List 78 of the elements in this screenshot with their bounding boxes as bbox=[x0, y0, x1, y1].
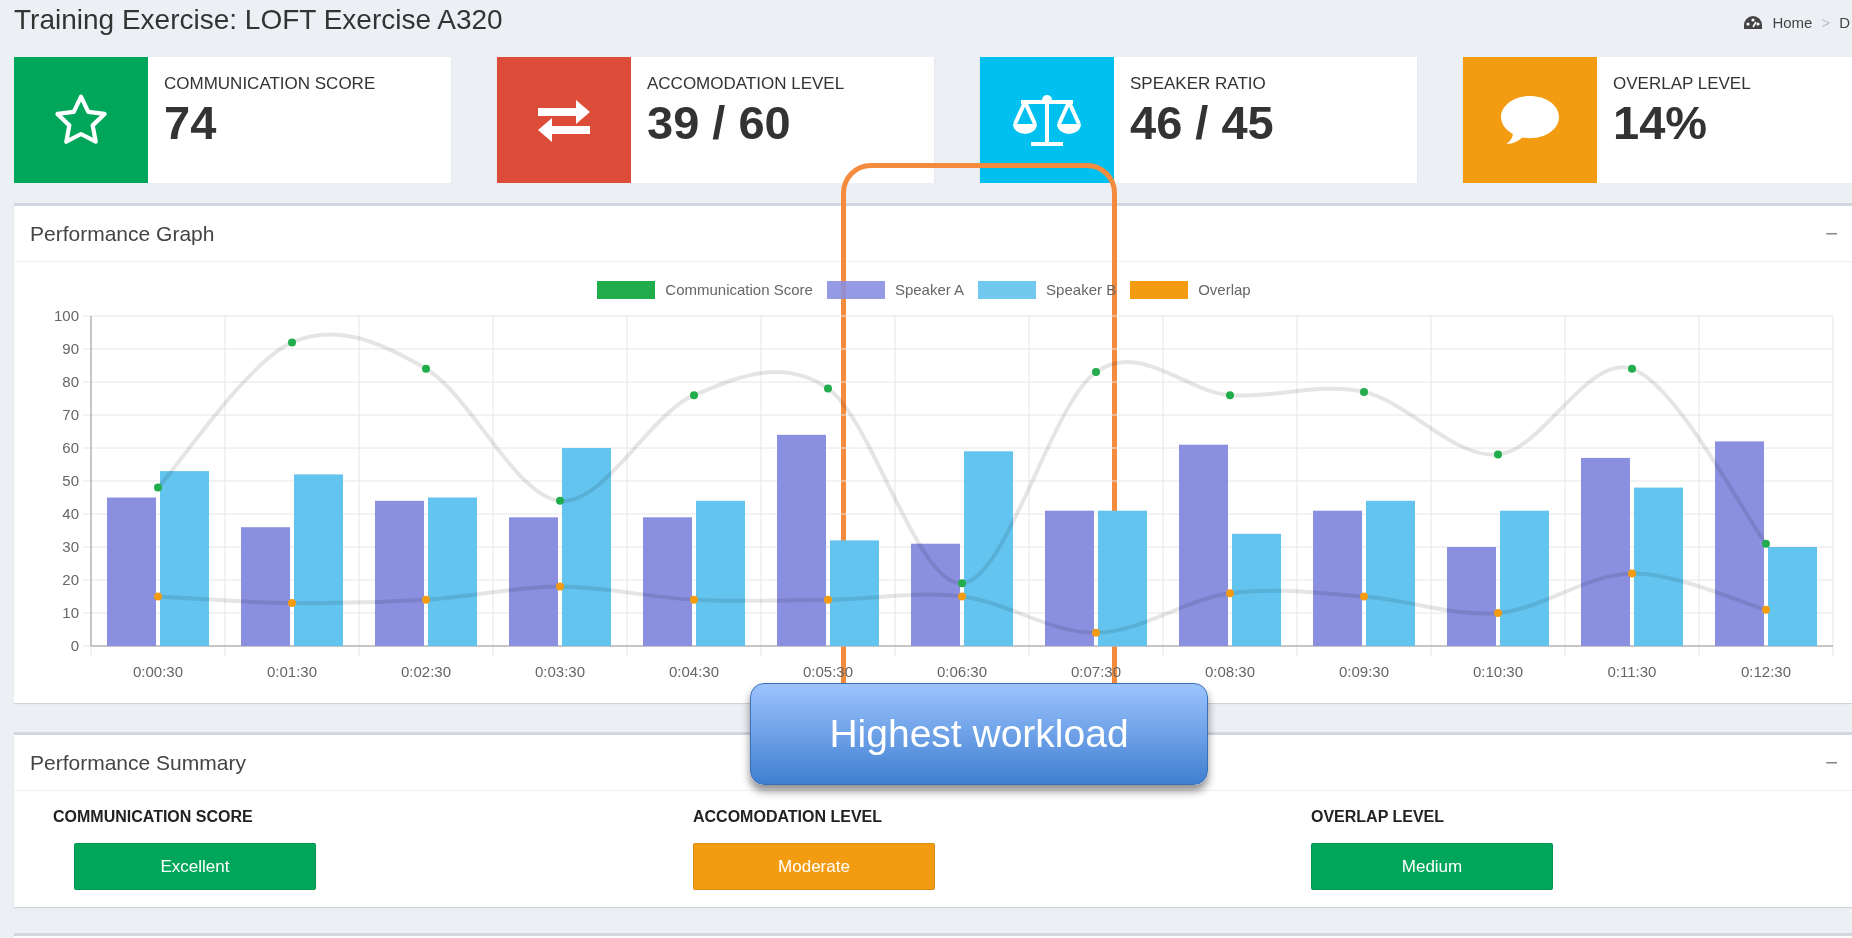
legend-label: Communication Score bbox=[665, 279, 813, 300]
data-point bbox=[556, 496, 564, 505]
legend-label: Overlap bbox=[1198, 279, 1251, 300]
page-title: Training Exercise: LOFT Exercise A320 bbox=[14, 3, 503, 37]
summary-label: OVERLAP LEVEL bbox=[1311, 807, 1446, 827]
axis-tick-label: 0:09:30 bbox=[1339, 663, 1389, 680]
legend-label: Speaker A bbox=[894, 279, 965, 300]
axis-tick-label: 90 bbox=[62, 340, 79, 357]
axis-tick-label: 0:11:30 bbox=[1607, 663, 1657, 680]
rating-button[interactable]: Moderate bbox=[693, 843, 935, 890]
data-point bbox=[1494, 450, 1502, 459]
data-point bbox=[1762, 539, 1770, 548]
stat-label: OVERLAP LEVEL bbox=[1613, 73, 1751, 95]
axis-tick-label: 10 bbox=[62, 604, 79, 621]
stat-value: 14% bbox=[1613, 96, 1709, 149]
data-point bbox=[556, 582, 564, 591]
collapse-button[interactable]: − bbox=[1821, 751, 1842, 774]
data-point bbox=[690, 391, 698, 400]
stat-value: 74 bbox=[164, 96, 218, 149]
data-point bbox=[1494, 609, 1502, 617]
axis-tick-label: 100 bbox=[53, 307, 79, 324]
axis-tick-label: 40 bbox=[62, 505, 79, 522]
data-point bbox=[1092, 368, 1100, 377]
breadcrumb-separator: > bbox=[1821, 13, 1831, 33]
breadcrumb-link[interactable]: Home bbox=[1772, 12, 1813, 35]
data-point bbox=[1226, 391, 1234, 400]
panel-title: Performance Graph bbox=[30, 220, 215, 247]
data-point bbox=[690, 595, 698, 604]
summary-label: COMMUNICATION SCORE bbox=[53, 807, 254, 827]
rating-button[interactable]: Excellent bbox=[74, 843, 316, 890]
data-point bbox=[824, 595, 832, 604]
axis-tick-label: 80 bbox=[62, 373, 79, 390]
axis-tick-label: 0:12:30 bbox=[1741, 663, 1791, 680]
data-point bbox=[1092, 628, 1100, 637]
data-point bbox=[958, 592, 966, 601]
panel-title: Performance Summary bbox=[30, 749, 246, 776]
data-point bbox=[288, 338, 296, 347]
data-point bbox=[958, 579, 966, 588]
data-point bbox=[824, 384, 832, 393]
axis-tick-label: 0:01:30 bbox=[267, 663, 317, 680]
data-point bbox=[1762, 605, 1770, 614]
axis-tick-label: 0:02:30 bbox=[401, 663, 451, 680]
data-point bbox=[1360, 592, 1368, 601]
collapse-button[interactable]: − bbox=[1821, 222, 1842, 245]
summary-label: ACCOMODATION LEVEL bbox=[693, 807, 884, 827]
data-point bbox=[1628, 364, 1636, 373]
axis-tick-label: 70 bbox=[62, 406, 79, 423]
data-point bbox=[1360, 387, 1368, 396]
stat-value: 39 / 60 bbox=[647, 96, 792, 149]
rating-button[interactable]: Medium bbox=[1311, 843, 1553, 890]
data-point bbox=[422, 595, 430, 604]
axis-tick-label: 50 bbox=[62, 472, 79, 489]
axis-tick-label: 0:03:30 bbox=[535, 663, 585, 680]
axis-tick-label: 0:00:30 bbox=[133, 663, 183, 680]
scale-icon bbox=[1011, 92, 1083, 148]
axis-tick-label: 0 bbox=[70, 637, 79, 654]
stat-label: SPEAKER RATIO bbox=[1130, 73, 1267, 95]
axis-tick-label: 0:06:30 bbox=[937, 663, 987, 680]
data-point bbox=[1628, 569, 1636, 578]
axis-tick-label: 60 bbox=[62, 439, 79, 456]
stat-label: ACCOMODATION LEVEL bbox=[647, 73, 845, 95]
axis-tick-label: 0:04:30 bbox=[669, 663, 719, 680]
axis-tick-label: 0:08:30 bbox=[1205, 663, 1255, 680]
stat-value: 46 / 45 bbox=[1130, 96, 1274, 149]
star-icon bbox=[53, 93, 109, 147]
data-point bbox=[154, 483, 162, 492]
axis-tick-label: 30 bbox=[62, 538, 79, 555]
data-point bbox=[154, 592, 162, 601]
stat-label: COMMUNICATION SCORE bbox=[164, 73, 376, 95]
dashboard-icon bbox=[1743, 15, 1764, 32]
callout-label: Highest workload bbox=[750, 683, 1208, 785]
data-point bbox=[288, 599, 296, 608]
data-point bbox=[422, 364, 430, 373]
breadcrumb-link[interactable]: D bbox=[1839, 12, 1850, 35]
data-point bbox=[1226, 589, 1234, 598]
speech-bubble-icon bbox=[1499, 94, 1561, 146]
axis-tick-label: 20 bbox=[62, 571, 79, 588]
axis-tick-label: 0:10:30 bbox=[1473, 663, 1523, 680]
